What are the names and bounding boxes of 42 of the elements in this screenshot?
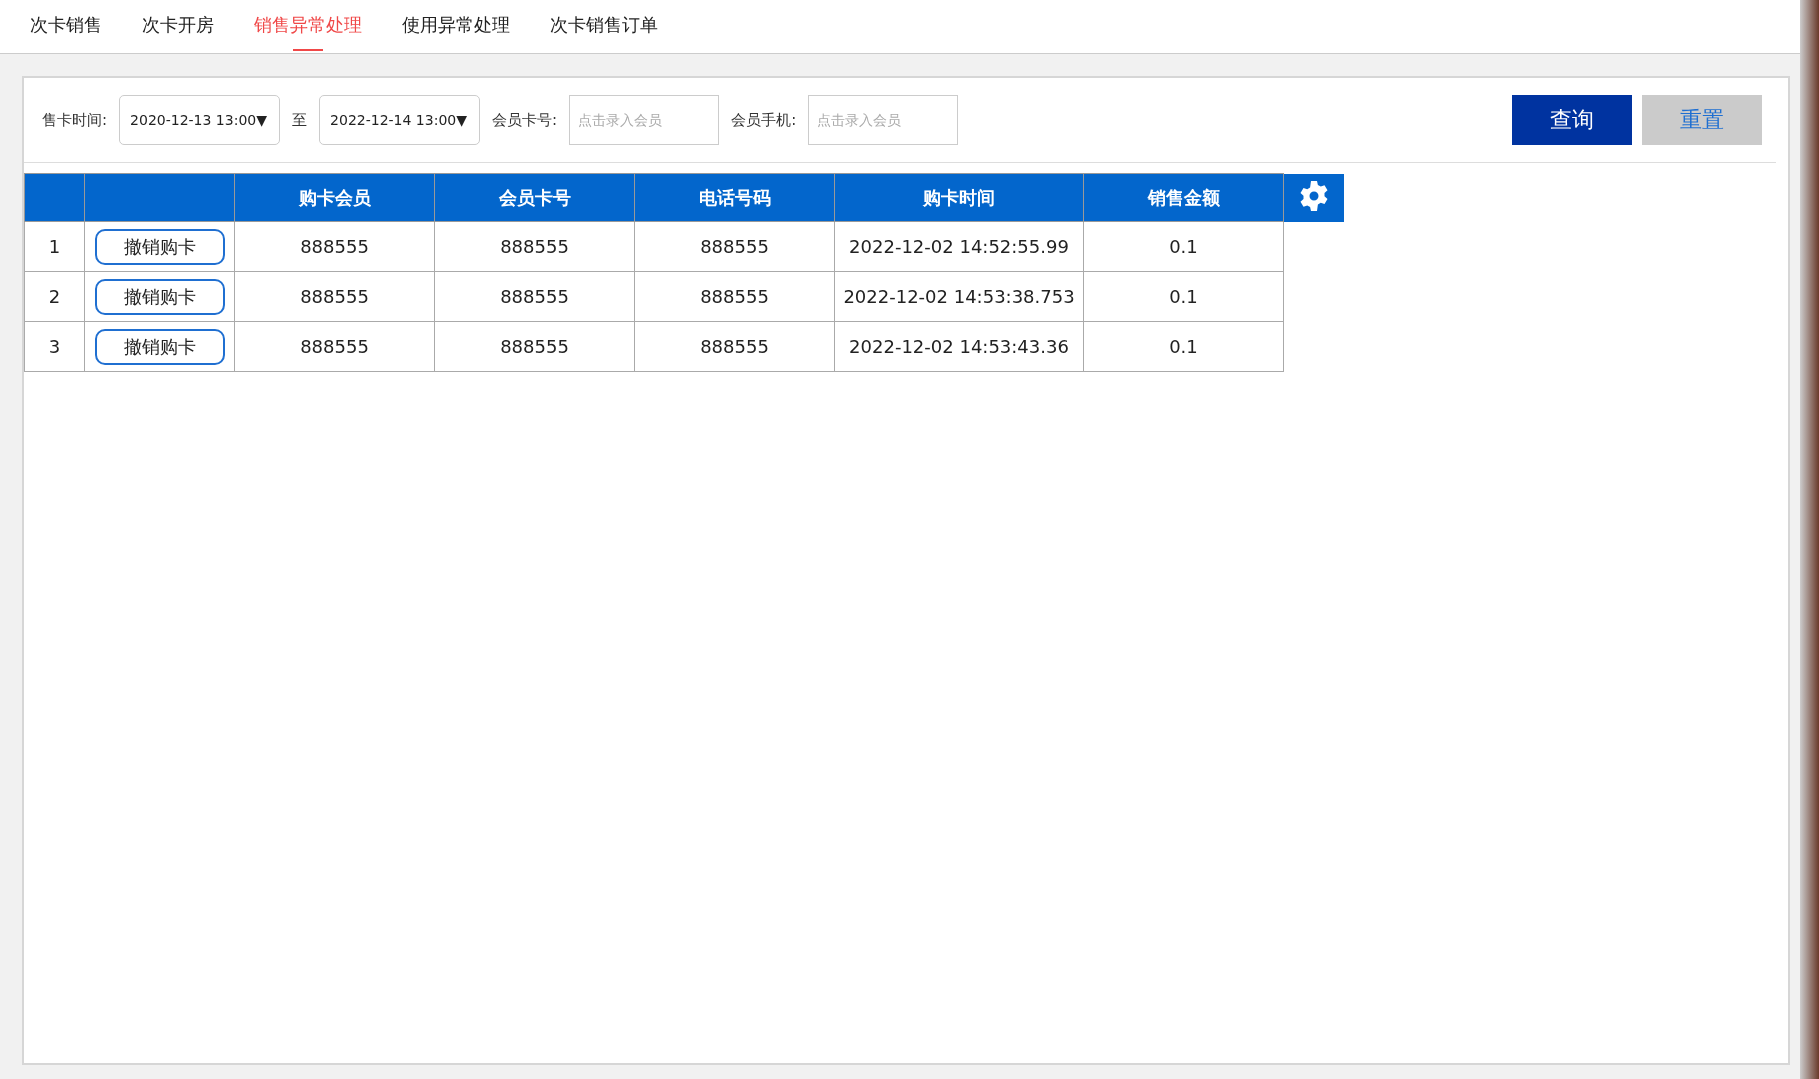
field-label: 售卡时间: <box>42 110 108 130</box>
field-label: 会员卡号: <box>492 110 558 130</box>
header-cell: 电话号码 <box>634 173 835 222</box>
table-cell: 888555 <box>434 271 635 322</box>
date-dropdown[interactable]: 2022-12-14 13:00▼ <box>319 95 481 145</box>
table-cell: 0.1 <box>1083 321 1284 372</box>
table-cell: 888555 <box>434 221 635 272</box>
table-cell: 888555 <box>634 221 835 272</box>
table-cell: 888555 <box>234 221 435 272</box>
cancel-purchase-button[interactable]: 撤销购卡 <box>94 228 225 265</box>
row-number: 2 <box>24 271 85 322</box>
table-cell: 2022-12-02 14:52:55.99 <box>834 221 1084 272</box>
input-field[interactable]: 点击录入会员 <box>569 95 720 145</box>
column-settings-button[interactable] <box>1283 173 1344 222</box>
query-button[interactable]: 查询 <box>1512 95 1632 145</box>
header-cell <box>24 173 85 222</box>
header-cell: 购卡时间 <box>834 173 1084 222</box>
row-number: 3 <box>24 321 85 372</box>
table-cell: 888555 <box>234 271 435 322</box>
input-field[interactable]: 点击录入会员 <box>808 95 959 145</box>
tab[interactable]: 次卡开房 <box>122 0 234 53</box>
tab[interactable]: 次卡销售 <box>10 0 122 53</box>
date-dropdown[interactable]: 2020-12-13 13:00▼ <box>119 95 281 145</box>
header-cell: 销售金额 <box>1083 173 1284 222</box>
table-cell: 2022-12-02 14:53:43.36 <box>834 321 1084 372</box>
range-separator: 至 <box>292 110 308 130</box>
header-cell: 会员卡号 <box>434 173 635 222</box>
tab[interactable]: 销售异常处理 <box>234 0 382 53</box>
cancel-purchase-button[interactable]: 撤销购卡 <box>94 278 225 315</box>
table-cell: 0.1 <box>1083 271 1284 322</box>
cancel-purchase-button[interactable]: 撤销购卡 <box>94 328 225 365</box>
field-label: 会员手机: <box>731 110 797 130</box>
row-number: 1 <box>24 221 85 272</box>
tab[interactable]: 次卡销售订单 <box>530 0 678 53</box>
table-cell: 2022-12-02 14:53:38.753 <box>834 271 1084 322</box>
table-cell: 888555 <box>234 321 435 372</box>
table-cell: 0.1 <box>1083 221 1284 272</box>
tab[interactable]: 使用异常处理 <box>382 0 530 53</box>
table-cell: 888555 <box>634 271 835 322</box>
header-cell: 购卡会员 <box>234 173 435 222</box>
table-cell: 888555 <box>634 321 835 372</box>
table-cell: 888555 <box>434 321 635 372</box>
